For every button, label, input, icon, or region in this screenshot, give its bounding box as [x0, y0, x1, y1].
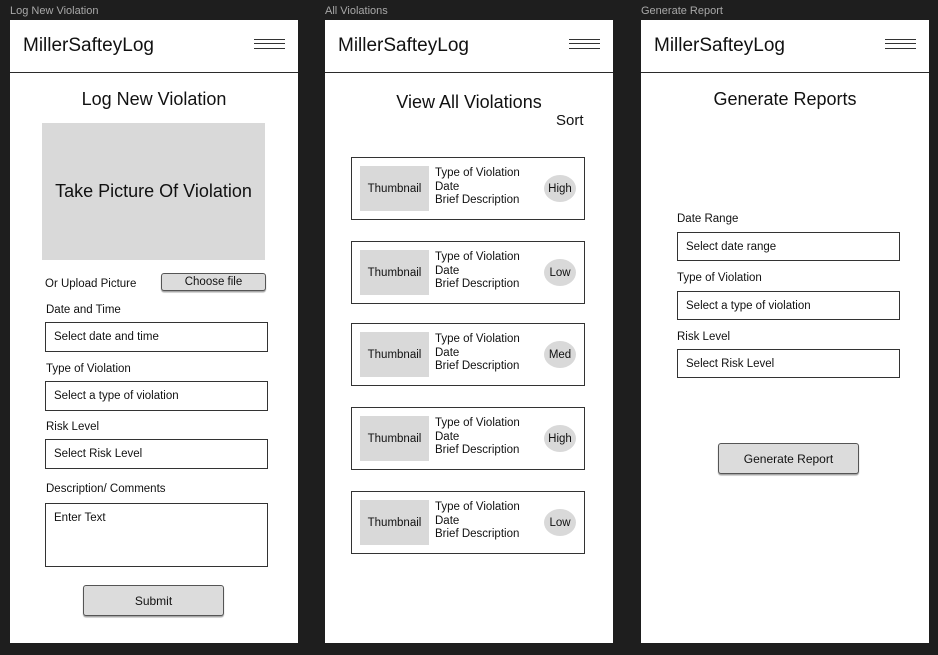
app-logo[interactable]: MillerSafteyLog — [338, 35, 469, 57]
violation-type-select[interactable]: Select a type of violation — [677, 291, 900, 320]
risk-level-select[interactable]: Select Risk Level — [45, 439, 268, 469]
violation-type: Type of Violation — [435, 501, 520, 513]
risk-badge: High — [544, 425, 576, 452]
risk-level-label: Risk Level — [677, 331, 731, 343]
take-picture-area[interactable]: Take Picture Of Violation — [42, 123, 265, 260]
violation-type: Type of Violation — [435, 251, 520, 263]
all-violations-screen: MillerSafteyLog View All Violations Sort… — [325, 20, 613, 643]
risk-level-select[interactable]: Select Risk Level — [677, 349, 900, 378]
violation-date: Date — [435, 180, 460, 193]
hamburger-menu-icon[interactable] — [254, 39, 285, 52]
app-header: MillerSafteyLog — [641, 20, 929, 73]
app-header: MillerSafteyLog — [10, 20, 298, 73]
app-header: MillerSafteyLog — [325, 20, 613, 73]
description-label: Description/ Comments — [46, 483, 166, 495]
thumbnail: Thumbnail — [360, 166, 429, 211]
page-title: Generate Reports — [713, 89, 857, 109]
thumbnail: Thumbnail — [360, 250, 429, 295]
violation-type-select[interactable]: Select a type of violation — [45, 381, 268, 411]
violation-type: Type of Violation — [435, 333, 520, 345]
violation-date: Date — [435, 264, 460, 277]
violation-description: Brief Description — [435, 444, 520, 456]
frame-label-report: Generate Report — [641, 5, 723, 17]
sort-button[interactable]: Sort — [556, 112, 584, 129]
generate-report-screen: MillerSafteyLog Generate Reports Date Ra… — [641, 20, 929, 643]
choose-file-button[interactable]: Choose file — [161, 273, 266, 291]
description-textarea[interactable]: Enter Text — [45, 503, 268, 567]
violation-type: Type of Violation — [435, 167, 520, 179]
violation-card[interactable]: Thumbnail Type of Violation Date Brief D… — [351, 157, 585, 220]
hamburger-menu-icon[interactable] — [885, 39, 916, 52]
thumbnail: Thumbnail — [360, 500, 429, 545]
page-title: View All Violations — [396, 92, 542, 112]
submit-button[interactable]: Submit — [83, 585, 224, 616]
violation-type-label: Type of Violation — [677, 272, 762, 284]
risk-badge: Low — [544, 509, 576, 536]
violation-description: Brief Description — [435, 278, 520, 290]
risk-badge: High — [544, 175, 576, 202]
thumbnail: Thumbnail — [360, 416, 429, 461]
violation-description: Brief Description — [435, 528, 520, 540]
risk-level-label: Risk Level — [46, 421, 100, 433]
log-violation-screen: MillerSafteyLog Log New Violation Take P… — [10, 20, 298, 643]
risk-badge: Low — [544, 259, 576, 286]
violation-type-label: Type of Violation — [46, 363, 131, 375]
violation-description: Brief Description — [435, 194, 520, 206]
date-time-field[interactable]: Select date and time — [45, 322, 268, 352]
violation-description: Brief Description — [435, 360, 520, 372]
violation-type: Type of Violation — [435, 417, 520, 429]
take-picture-label: Take Picture Of Violation — [55, 181, 252, 201]
app-logo[interactable]: MillerSafteyLog — [654, 35, 785, 57]
frame-label-all: All Violations — [325, 5, 388, 17]
risk-badge: Med — [544, 341, 576, 368]
violation-card[interactable]: Thumbnail Type of Violation Date Brief D… — [351, 491, 585, 554]
violation-date: Date — [435, 514, 460, 527]
app-logo[interactable]: MillerSafteyLog — [23, 35, 154, 57]
date-range-label: Date Range — [677, 213, 739, 225]
violation-date: Date — [435, 346, 460, 359]
generate-report-button[interactable]: Generate Report — [718, 443, 859, 474]
thumbnail: Thumbnail — [360, 332, 429, 377]
hamburger-menu-icon[interactable] — [569, 39, 600, 52]
upload-label: Or Upload Picture — [45, 278, 137, 290]
violation-card[interactable]: Thumbnail Type of Violation Date Brief D… — [351, 323, 585, 386]
frame-label-log: Log New Violation — [10, 5, 99, 17]
violation-card[interactable]: Thumbnail Type of Violation Date Brief D… — [351, 241, 585, 304]
date-time-label: Date and Time — [46, 304, 121, 316]
violation-card[interactable]: Thumbnail Type of Violation Date Brief D… — [351, 407, 585, 470]
date-range-field[interactable]: Select date range — [677, 232, 900, 261]
violation-date: Date — [435, 430, 460, 443]
page-title: Log New Violation — [81, 89, 227, 109]
